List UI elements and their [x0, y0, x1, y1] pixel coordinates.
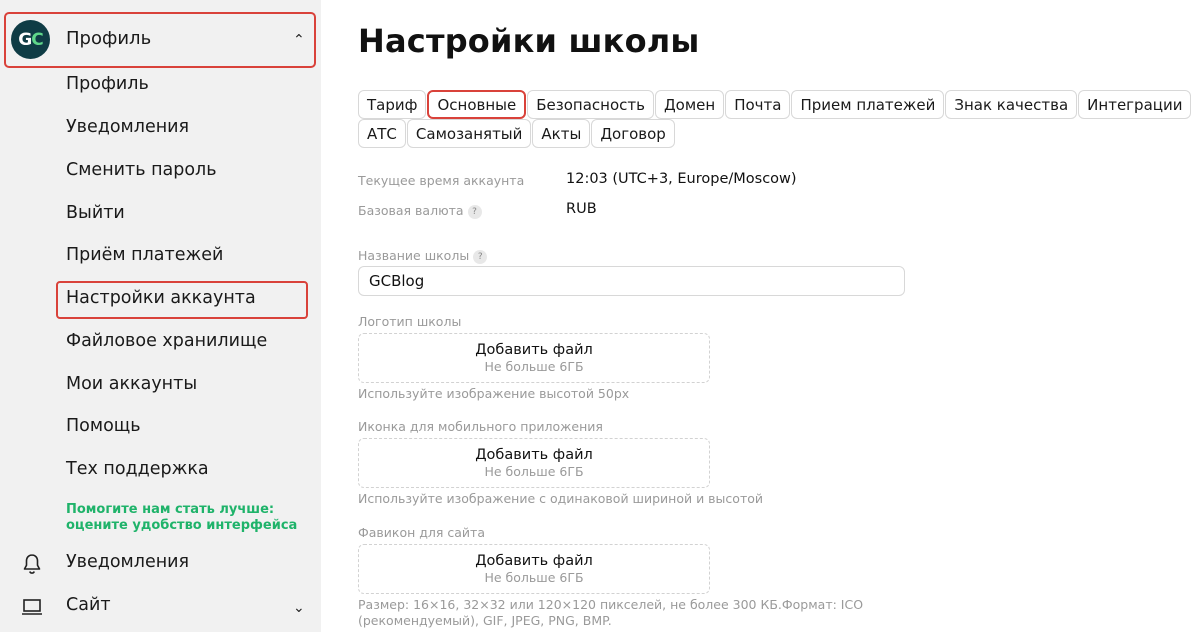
tab-ats[interactable]: АТС [358, 119, 406, 148]
tab-quality-mark[interactable]: Знак качества [945, 90, 1078, 119]
currency-label: Базовая валюта [358, 203, 464, 218]
currency-label-row: Базовая валюта? [358, 203, 482, 219]
mobile-icon-label: Иконка для мобильного приложения [358, 419, 603, 434]
school-logo: GC [11, 20, 50, 59]
favicon-hint-line-2: (рекомендуемый), GIF, JPEG, PNG, BMP. [358, 613, 612, 628]
nav-notifications[interactable]: Уведомления [66, 552, 189, 572]
menu-item-profile[interactable]: Профиль [66, 74, 149, 94]
menu-item-account-settings[interactable]: Настройки аккаунта [66, 288, 256, 308]
tab-general[interactable]: Основные [427, 90, 527, 119]
menu-item-support[interactable]: Тех поддержка [66, 459, 209, 479]
menu-item-file-storage[interactable]: Файловое хранилище [66, 331, 267, 351]
tab-domain[interactable]: Домен [654, 90, 725, 119]
upload-limit: Не больше 6ГБ [484, 570, 584, 585]
logo-label: Логотип школы [358, 314, 462, 329]
upload-button-label: Добавить файл [475, 447, 593, 463]
favicon-hint: Размер: 16×16, 32×32 или 120×120 пикселе… [358, 597, 863, 629]
school-name-label: Название школы [358, 248, 470, 263]
tab-tariff[interactable]: Тариф [358, 90, 427, 119]
tab-mail[interactable]: Почта [725, 90, 791, 119]
profile-title[interactable]: Профиль [66, 28, 151, 49]
school-name-label-row: Название школы? [358, 248, 488, 264]
tabs-row-2: АТС Самозанятый Акты Договор [358, 119, 676, 148]
tab-security[interactable]: Безопасность [527, 90, 654, 119]
currency-value: RUB [566, 201, 597, 217]
laptop-icon[interactable] [20, 595, 44, 619]
help-icon[interactable]: ? [473, 250, 488, 264]
upload-button-label: Добавить файл [475, 342, 593, 358]
favicon-label: Фавикон для сайта [358, 525, 485, 540]
menu-item-change-password[interactable]: Сменить пароль [66, 160, 217, 180]
sidebar: GC Профиль ⌄ Профиль Уведомления Сменить… [0, 0, 321, 632]
nav-site[interactable]: Сайт [66, 595, 111, 615]
chevron-down-icon[interactable]: ⌄ [293, 600, 305, 616]
tab-acts[interactable]: Акты [532, 119, 591, 148]
menu-item-payments[interactable]: Приём платежей [66, 245, 223, 265]
tab-integrations[interactable]: Интеграции [1078, 90, 1192, 119]
account-time-value: 12:03 (UTC+3, Europe/Moscow) [566, 171, 797, 187]
mobile-icon-hint: Используйте изображение с одинаковой шир… [358, 491, 763, 506]
logo-text: GC [18, 29, 43, 50]
logo-upload-dropzone[interactable]: Добавить файл Не больше 6ГБ [358, 333, 710, 383]
bell-icon[interactable] [20, 552, 44, 576]
menu-item-logout[interactable]: Выйти [66, 203, 125, 223]
upload-limit: Не больше 6ГБ [484, 464, 584, 479]
school-name-input[interactable]: GCBlog [358, 266, 905, 296]
help-icon[interactable]: ? [467, 205, 482, 219]
tab-contract[interactable]: Договор [591, 119, 675, 148]
favicon-hint-line-1: Размер: 16×16, 32×32 или 120×120 пикселе… [358, 597, 864, 612]
tabs-row-1: Тариф Основные Безопасность Домен Почта … [358, 90, 1192, 119]
tab-self-employed[interactable]: Самозанятый [406, 119, 532, 148]
tab-payments[interactable]: Прием платежей [791, 90, 945, 119]
account-time-label: Текущее время аккаунта [358, 173, 525, 188]
menu-item-help[interactable]: Помощь [66, 416, 141, 436]
profile-menu-header[interactable] [4, 12, 316, 68]
chevron-up-icon[interactable]: ⌄ [293, 30, 305, 46]
logo-hint: Используйте изображение высотой 50px [358, 386, 630, 401]
upload-button-label: Добавить файл [475, 553, 593, 569]
feedback-line-2: оцените удобство интерфейса [66, 518, 298, 533]
feedback-line-1: Помогите нам стать лучше: [66, 502, 275, 517]
menu-item-my-accounts[interactable]: Мои аккаунты [66, 374, 197, 394]
mobile-icon-upload-dropzone[interactable]: Добавить файл Не больше 6ГБ [358, 438, 710, 488]
upload-limit: Не больше 6ГБ [484, 359, 584, 374]
menu-item-notifications[interactable]: Уведомления [66, 117, 189, 137]
feedback-link[interactable]: Помогите нам стать лучше: оцените удобст… [66, 502, 297, 534]
page-title: Настройки школы [358, 22, 700, 60]
favicon-upload-dropzone[interactable]: Добавить файл Не больше 6ГБ [358, 544, 710, 594]
